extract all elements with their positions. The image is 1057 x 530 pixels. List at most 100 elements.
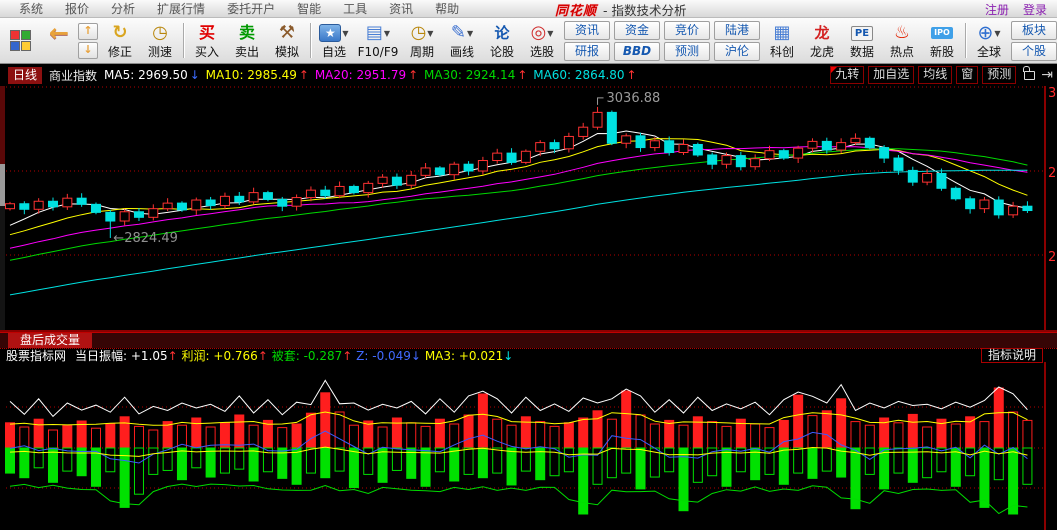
funds-bbd-button-2[interactable]: BBD — [614, 42, 660, 61]
dropdown-caret-icon[interactable]: ▼ — [547, 29, 553, 38]
indicator-help-button[interactable]: 指标说明 — [981, 348, 1043, 363]
data-pe-button[interactable]: PE 数据 — [842, 19, 882, 62]
stock-picker-button[interactable]: ◎▼ 选股 — [522, 19, 562, 62]
dropdown-caret-icon[interactable]: ▼ — [342, 29, 348, 38]
trend-arrow-icon: ↓ — [411, 349, 421, 363]
chart-header-buttons: 九转加自选均线窗预测 ⇥ — [830, 64, 1053, 86]
trend-arrow-icon: ↑ — [627, 68, 637, 82]
menu-items: 系统报价分析扩展行情委托开户智能工具资讯帮助 — [0, 0, 470, 17]
new-shares-button[interactable]: IPO新股 — [922, 19, 962, 62]
back-icon: ← — [49, 22, 69, 44]
high-annotation: 3036.88 — [607, 91, 661, 106]
news-research-button-1[interactable]: 资讯 — [564, 21, 610, 40]
symbol-name: 商业指数 — [49, 67, 97, 84]
correct-label: 修正 — [108, 45, 132, 60]
period-button[interactable]: ◷▼周期 — [402, 19, 442, 62]
star-market-button[interactable]: ▦科创 — [762, 19, 802, 62]
news-research-button-2[interactable]: 研报 — [564, 42, 610, 61]
hot-topics-button[interactable]: ♨热点 — [882, 19, 922, 62]
speed-test-button[interactable]: ◷测速 — [140, 19, 180, 62]
pe-icon: PE — [851, 26, 873, 41]
toolbar-separator — [183, 23, 184, 58]
indicator-bar-chart[interactable] — [0, 362, 1057, 530]
dragon-tiger-button[interactable]: 龙龙虎 — [802, 19, 842, 62]
menu-item-quotes[interactable]: 报价 — [54, 0, 100, 17]
auth-links: 注册 登录 — [985, 0, 1047, 18]
speed-test-label: 测速 — [148, 45, 172, 60]
indicator-field: MA3: +0.021 — [425, 349, 503, 363]
forecast-button[interactable]: 预测 — [982, 66, 1016, 84]
f10-f9-button[interactable]: ▤▼ F10/F9 — [354, 19, 402, 62]
star-market-label: 科创 — [770, 45, 794, 60]
toolbar-separator — [310, 23, 311, 58]
sector-stock-button-2[interactable]: 个股 — [1011, 42, 1057, 61]
y-axis-label: 2 — [1048, 250, 1056, 265]
window-title-text: - 指数技术分析 — [603, 0, 686, 19]
menu-item-trade-account[interactable]: 委托开户 — [216, 0, 286, 17]
auction-forecast-button-2[interactable]: 预测 — [664, 42, 710, 61]
trend-arrow-icon: ↑ — [342, 349, 352, 363]
sell-button[interactable]: 卖卖出 — [227, 19, 267, 62]
indicator-field: 被套: -0.287 — [272, 349, 343, 363]
simulate-button[interactable]: ⚒模拟 — [267, 19, 307, 62]
panel-divider: 盘后成交量 — [0, 332, 1057, 348]
hk-london-buttons: 陆港沪伦 — [712, 19, 762, 62]
login-link[interactable]: 登录 — [1023, 1, 1047, 18]
register-link[interactable]: 注册 — [985, 1, 1009, 18]
ipo-icon: IPO — [931, 27, 953, 39]
funds-bbd-button-1[interactable]: 资金 — [614, 21, 660, 40]
app-window: 系统报价分析扩展行情委托开户智能工具资讯帮助 同花顺 - 指数技术分析 注册 登… — [0, 0, 1057, 530]
global-label: 全球 — [977, 45, 1001, 60]
scope-icon: ◎ — [531, 22, 547, 44]
dropdown-caret-icon[interactable]: ▼ — [994, 29, 1000, 38]
up-arrow-button[interactable]: ↑ — [78, 23, 98, 40]
draw-line-button[interactable]: ✎▼画线 — [442, 19, 482, 62]
main-candlestick-chart[interactable]: 3223036.88←2824.49 — [0, 86, 1057, 332]
correct-button[interactable]: ↻修正 — [100, 19, 140, 62]
trend-arrow-icon: ↑ — [168, 349, 178, 363]
stock-forum-button[interactable]: 论论股 — [482, 19, 522, 62]
add-watchlist-button[interactable]: 加自选 — [868, 66, 914, 84]
ma-value: MA60: 2864.80 — [533, 68, 624, 82]
menu-item-help[interactable]: 帮助 — [424, 0, 470, 17]
indicator-field: 当日振幅: +1.05 — [75, 349, 168, 363]
hk-london-button-1[interactable]: 陆港 — [714, 21, 760, 40]
stock-picker-label: 选股 — [530, 45, 554, 60]
market-grid-icon[interactable] — [2, 19, 40, 62]
news-research-buttons: 资讯研报 — [562, 19, 612, 62]
picture-icon: ▦ — [773, 22, 790, 44]
back-button[interactable]: ← — [40, 19, 78, 62]
auction-forecast-button-1[interactable]: 竞价 — [664, 21, 710, 40]
global-button[interactable]: ⊕▼ 全球 — [969, 19, 1009, 62]
sector-stock-button-1[interactable]: 板块 — [1011, 21, 1057, 40]
doc-icon: ▤ — [366, 22, 383, 44]
dropdown-caret-icon[interactable]: ▼ — [427, 29, 433, 38]
funds-bbd-buttons: 资金 BBD — [612, 19, 662, 62]
hk-london-button-2[interactable]: 沪伦 — [714, 42, 760, 61]
trend-arrow-icon: ↑ — [408, 68, 418, 82]
menu-item-system[interactable]: 系统 — [8, 0, 54, 17]
menu-item-tools[interactable]: 工具 — [332, 0, 378, 17]
globe-icon: ⊕ — [977, 22, 993, 44]
window-toggle-button[interactable]: 窗 — [956, 66, 978, 84]
buy-button[interactable]: 买买入 — [187, 19, 227, 62]
down-arrow-button[interactable]: ↓ — [78, 42, 98, 59]
after-hours-volume-tab[interactable]: 盘后成交量 — [8, 333, 92, 348]
watchlist-button[interactable]: ★▼自选 — [314, 19, 354, 62]
dropdown-caret-icon[interactable]: ▼ — [384, 29, 390, 38]
data-pe-label: 数据 — [850, 45, 874, 60]
dropdown-caret-icon[interactable]: ▼ — [467, 29, 473, 38]
unlock-icon[interactable] — [1024, 71, 1035, 80]
goto-latest-icon[interactable]: ⇥ — [1041, 67, 1053, 83]
menu-item-news[interactable]: 资讯 — [378, 0, 424, 17]
y-axis-label: 2 — [1048, 166, 1056, 181]
period-tab[interactable]: 日线 — [8, 67, 42, 84]
hot-topics-label: 热点 — [890, 45, 914, 60]
nine-turn-button[interactable]: 九转 — [830, 66, 864, 84]
menu-item-extended-quotes[interactable]: 扩展行情 — [146, 0, 216, 17]
ma-toggle-button[interactable]: 均线 — [918, 66, 952, 84]
menu-item-smart[interactable]: 智能 — [286, 0, 332, 17]
f10-f9-label: F10/F9 — [358, 45, 399, 60]
clock-icon: ◷ — [152, 22, 168, 44]
menu-item-analysis[interactable]: 分析 — [100, 0, 146, 17]
